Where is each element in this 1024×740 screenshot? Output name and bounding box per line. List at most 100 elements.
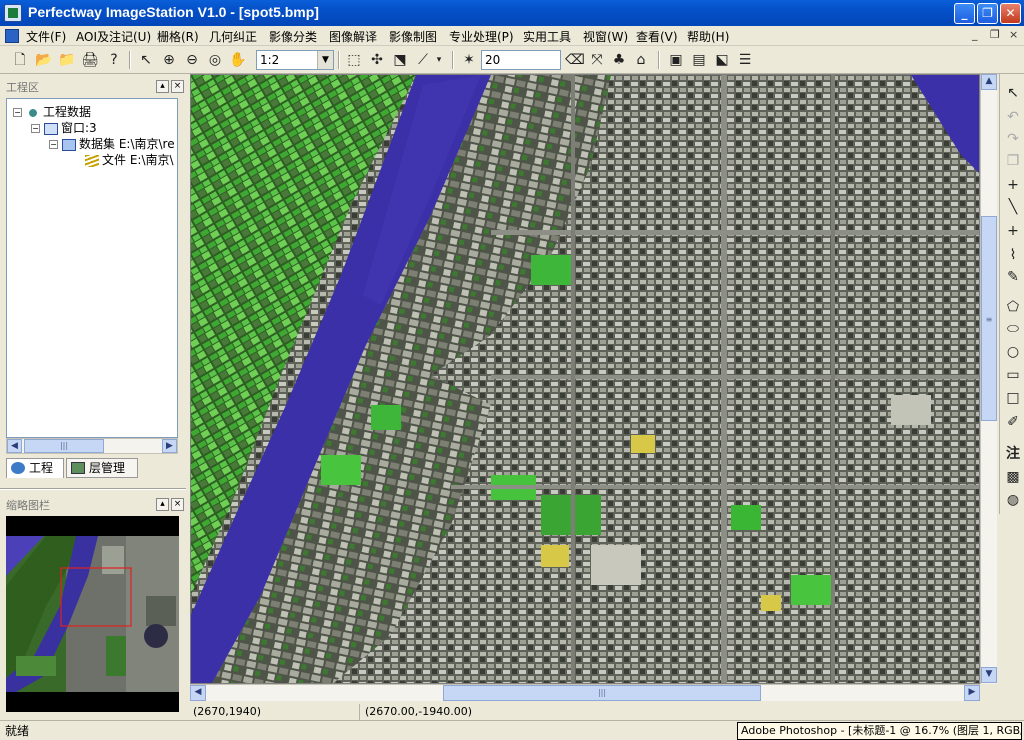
select-region-icon[interactable]: ⬚ [344,50,364,70]
pin-icon[interactable]: ▴ [156,80,169,93]
home-icon[interactable]: ⌂ [631,50,651,70]
scroll-left-icon[interactable]: ◀ [7,439,22,453]
tree-icon[interactable]: ♣ [609,50,629,70]
tree-label: 窗口:3 [61,121,97,135]
vertex-edit-icon[interactable]: ✣ [367,50,387,70]
image-vertical-scrollbar[interactable]: ▲ ≡ ▼ [980,74,997,684]
scroll-right-icon[interactable]: ▶ [964,685,980,701]
scrollbar-thumb[interactable]: ≡ [981,216,997,421]
status-text: 就绪 [5,724,30,738]
chevron-down-icon[interactable]: ▼ [317,51,333,69]
image-insert-icon[interactable]: ▩ [1003,467,1023,487]
zoom-out-icon[interactable]: ⊖ [182,50,202,70]
tree-item-file[interactable]: 文件 E:\南京\ [85,151,174,168]
crosshair-icon[interactable]: + [1003,221,1023,241]
menu-view[interactable]: 查看(V) [636,28,678,45]
undo-icon[interactable]: ↶ [1003,107,1023,127]
open-file-icon[interactable]: 📂 [34,50,54,70]
globe-icon[interactable]: ◍ [1003,490,1023,510]
close-button[interactable]: ✕ [1000,3,1021,24]
menu-utilities[interactable]: 实用工具 [523,28,571,45]
threshold-input[interactable]: 20 [481,50,561,70]
zoom-in-icon[interactable]: ⊕ [159,50,179,70]
pointer-icon[interactable]: ↖ [136,50,156,70]
collapse-icon[interactable]: − [13,108,22,117]
layer-icon[interactable]: ▣ [666,50,686,70]
menu-pro[interactable]: 专业处理(P) [449,28,514,45]
polyline-icon[interactable]: ⌇ [1003,245,1023,265]
menu-aoi[interactable]: AOI及注记(U) [76,28,151,45]
close-panel-icon[interactable]: × [171,80,184,93]
mdi-close-button[interactable]: × [1009,28,1018,41]
settings-icon[interactable]: ☰ [735,50,755,70]
ellipse-icon[interactable]: ⬭ [1003,319,1023,339]
collapse-icon[interactable]: − [49,140,58,149]
coordinate-bar: (2670,1940) (2670.00,-1940.00) [190,702,1000,720]
menu-raster[interactable]: 栅格(R) [157,28,199,45]
measure-icon[interactable]: ⬔ [390,50,410,70]
chevron-down-icon[interactable]: ▾ [433,50,445,70]
document-icon[interactable] [5,29,19,43]
line-icon[interactable]: ╲ [1003,197,1023,217]
scroll-right-icon[interactable]: ▶ [162,439,177,453]
mdi-minimize-button[interactable]: _ [972,28,978,41]
new-file-icon[interactable]: 🗋 [10,50,30,70]
menu-file[interactable]: 文件(F) [26,28,66,45]
toolbar-separator [658,51,660,69]
square-icon[interactable]: □ [1003,388,1023,408]
close-panel-icon[interactable]: × [171,498,184,511]
tree-item-window[interactable]: − 窗口:3 [31,119,97,136]
expand-icon[interactable]: ⤧ [587,50,607,70]
app-icon[interactable] [4,4,22,22]
tree-item-root[interactable]: − 工程数据 [13,103,91,120]
menu-interpret[interactable]: 图像解译 [329,28,377,45]
maximize-button[interactable]: ❐ [977,3,998,24]
circle-icon[interactable]: ○ [1003,342,1023,362]
image-horizontal-scrollbar[interactable]: ◀ ||| ▶ [190,684,980,701]
zoom-ratio-select[interactable]: 1:2 ▼ [256,50,334,70]
image-view[interactable] [190,74,980,684]
open-folder-icon[interactable]: 📁 [57,50,77,70]
tab-label: 层管理 [89,461,126,475]
menu-window[interactable]: 视窗(W) [583,28,628,45]
rectangle-icon[interactable]: ▭ [1003,365,1023,385]
toolbar: 🗋 📂 📁 🖨 ? ↖ ⊕ ⊖ ◎ ✋ 1:2 ▼ ⬚ ✣ ⬔ ⟋ ▾ ✶ 20… [0,47,1024,74]
scroll-left-icon[interactable]: ◀ [190,685,206,701]
freehand-icon[interactable]: ✎ [1003,267,1023,287]
menu-classify[interactable]: 影像分类 [269,28,317,45]
pen-icon[interactable]: ✐ [1003,412,1023,432]
magic-wand-icon[interactable]: ✶ [459,50,479,70]
point-icon[interactable]: + [1003,175,1023,195]
pin-icon[interactable]: ▴ [156,498,169,511]
window-icon[interactable]: ▤ [689,50,709,70]
redo-icon[interactable]: ↷ [1003,129,1023,149]
eraser-icon[interactable]: ⌫ [565,50,585,70]
export-icon[interactable]: ⬕ [712,50,732,70]
tab-project[interactable]: 工程 [6,458,64,478]
help-icon[interactable]: ? [104,50,124,70]
thumbnail-image [6,536,179,692]
polygon-icon[interactable]: ⬠ [1003,297,1023,317]
scroll-down-icon[interactable]: ▼ [981,667,997,683]
scrollbar-thumb[interactable]: ||| [24,439,104,453]
menu-help[interactable]: 帮助(H) [687,28,729,45]
menu-mapping[interactable]: 影像制图 [389,28,437,45]
scrollbar-thumb[interactable]: ||| [443,685,761,701]
collapse-icon[interactable]: − [31,124,40,133]
zoom-fit-icon[interactable]: ◎ [205,50,225,70]
print-icon[interactable]: 🖨 [80,50,100,70]
mdi-restore-button[interactable]: ❐ [990,28,1000,41]
scroll-up-icon[interactable]: ▲ [981,74,997,90]
menu-geometry[interactable]: 几何纠正 [209,28,257,45]
copy-icon[interactable]: ❐ [1003,151,1023,171]
minimize-button[interactable]: _ [954,3,975,24]
pan-hand-icon[interactable]: ✋ [228,50,248,70]
zoom-ratio-value: 1:2 [260,53,280,67]
annotation-icon[interactable]: 注 [1003,444,1023,464]
thumbnail-view[interactable] [6,516,179,712]
tree-horizontal-scrollbar[interactable]: ◀ ||| ▶ [6,438,178,454]
tab-layers[interactable]: 层管理 [66,458,138,478]
select-arrow-icon[interactable]: ↖ [1003,83,1023,103]
tree-item-dataset[interactable]: − 数据集 E:\南京\re [49,135,175,152]
draw-line-icon[interactable]: ⟋ [413,50,433,70]
